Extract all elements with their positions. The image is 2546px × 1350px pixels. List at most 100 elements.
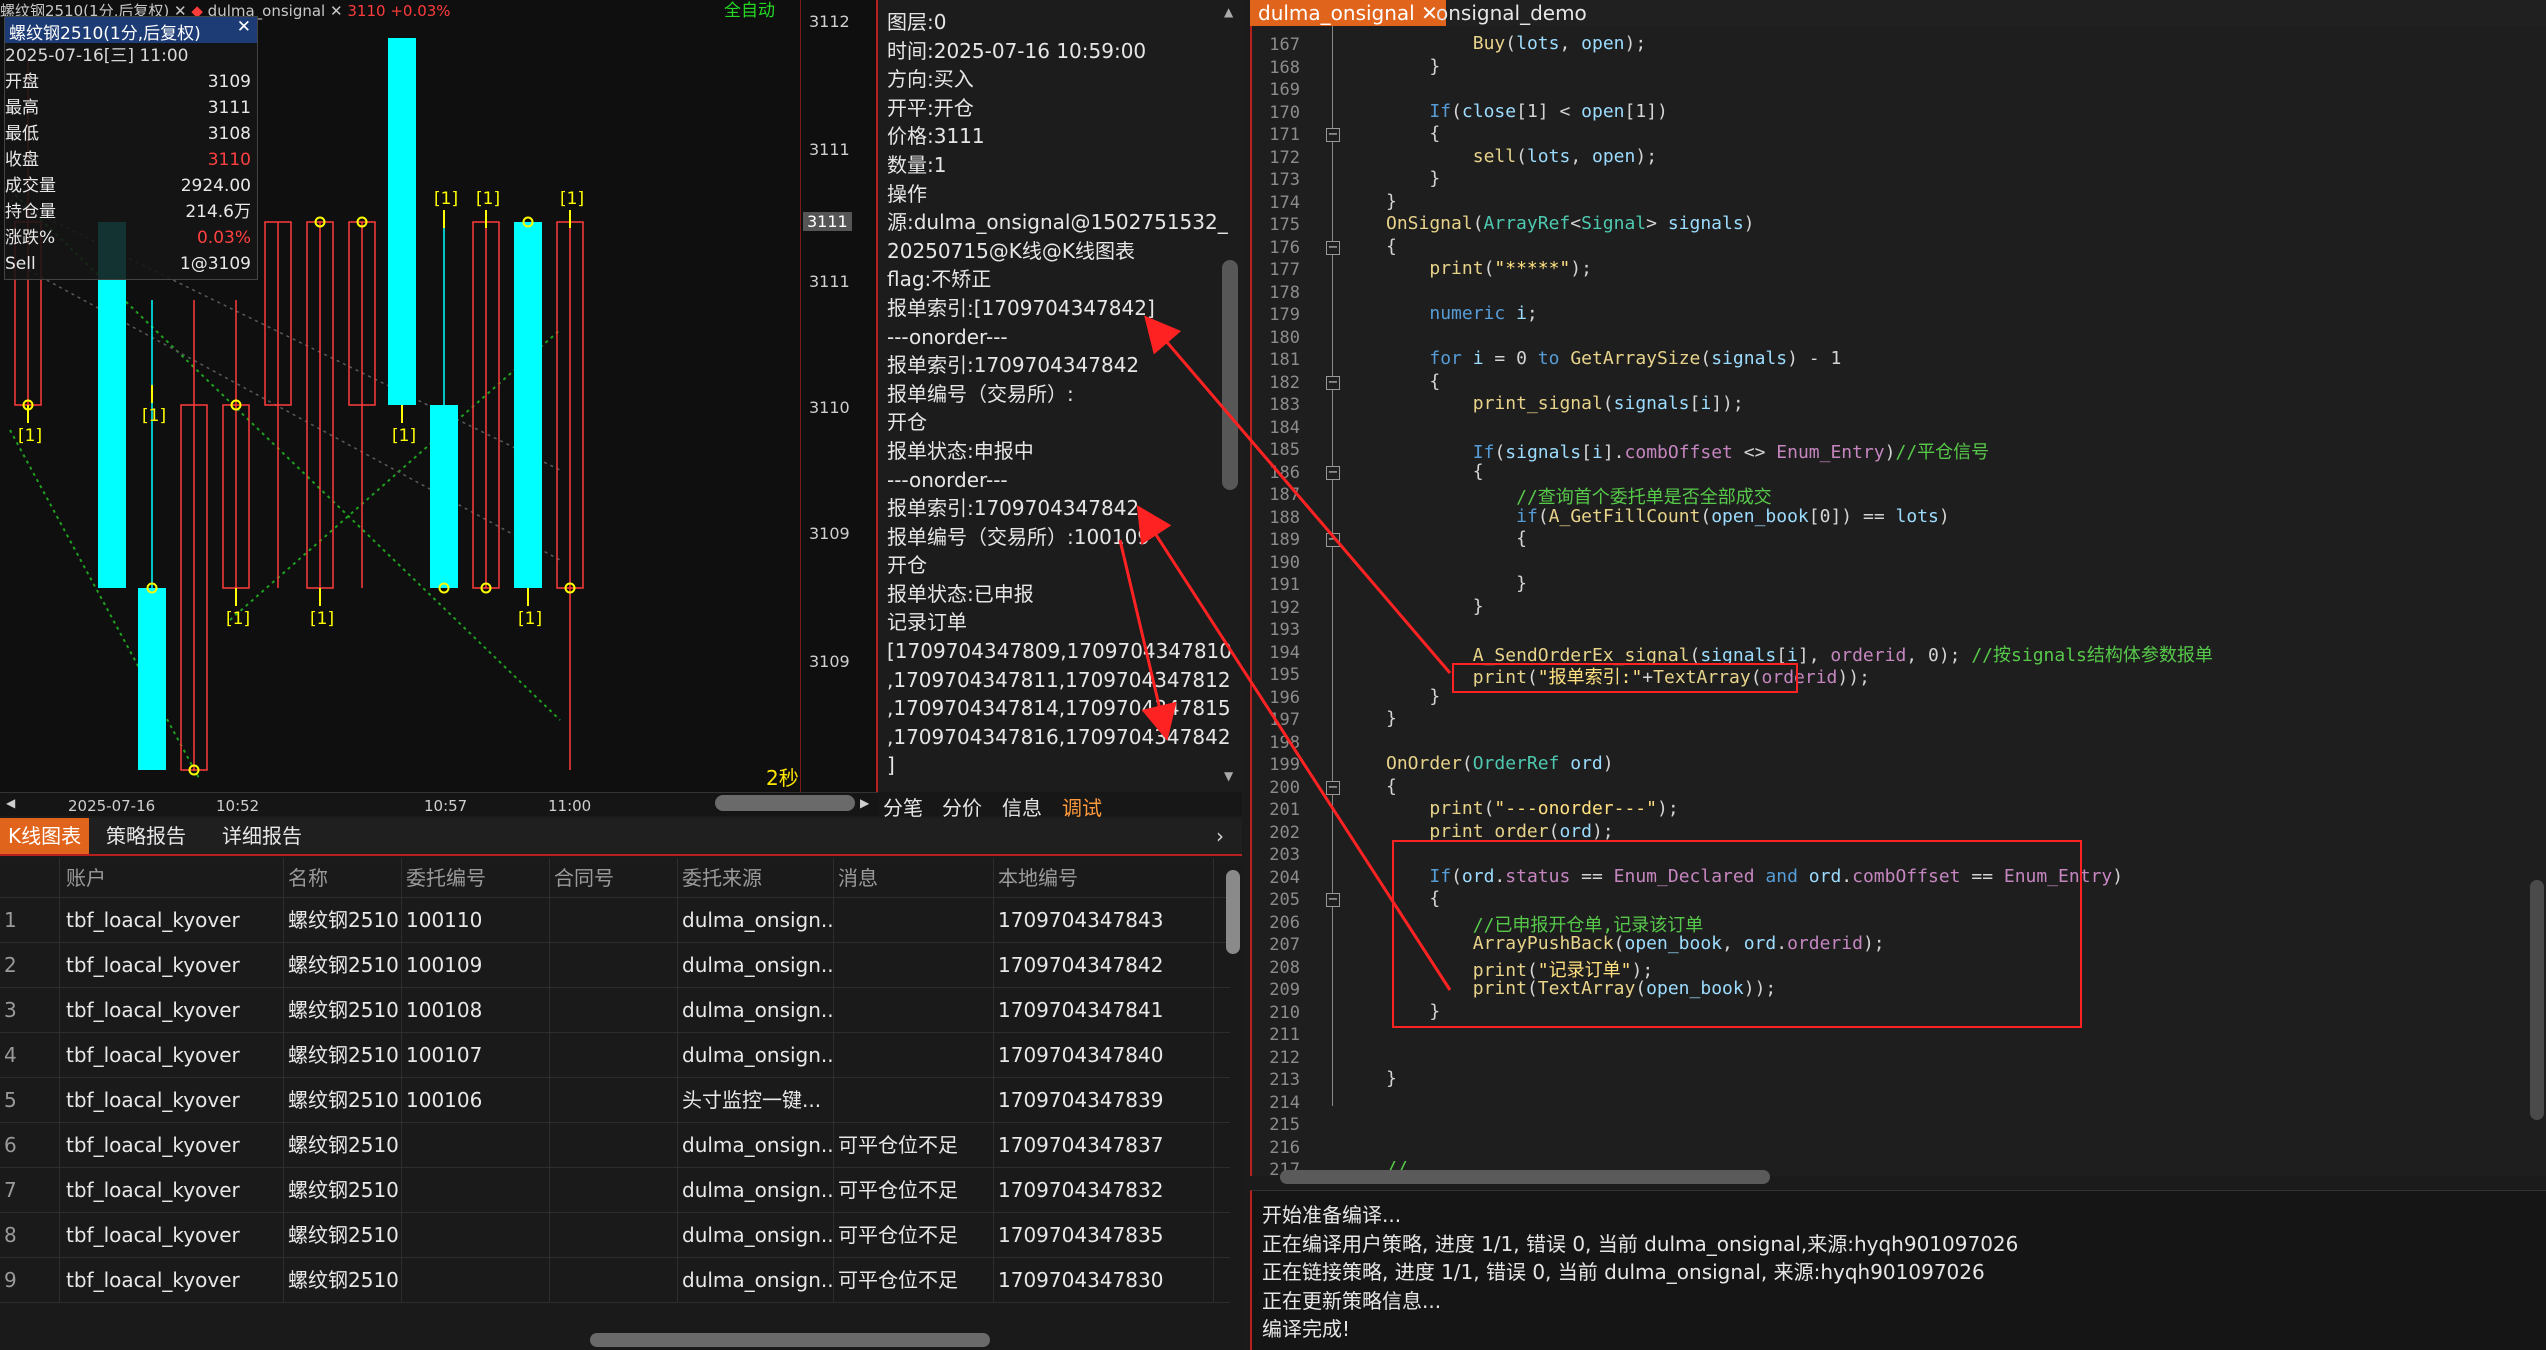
editor-tab-demo[interactable]: onsignal_demo (1428, 0, 1595, 26)
table-row[interactable]: 5 tbf_loacal_kyover 螺纹钢2510 100106 头寸监控一键...… (0, 1078, 1230, 1123)
info-row: 成交量 2924.00 (5, 173, 257, 199)
table-row[interactable]: 1 tbf_loacal_kyover 螺纹钢2510 100110 dulma_ons… (0, 898, 1230, 943)
code-line[interactable]: } (1386, 596, 1484, 617)
table-row[interactable]: 8 tbf_loacal_kyover 螺纹钢2510 dulma_onsign...… (0, 1213, 1230, 1258)
close-icon[interactable]: ✕ (330, 4, 343, 19)
tab-info[interactable]: 信息 (1002, 792, 1042, 821)
log-line: ---onorder--- (887, 467, 1008, 492)
time-tick: 11:00 (548, 797, 592, 815)
fold-toggle-icon[interactable]: − (1326, 780, 1340, 795)
code-line[interactable]: } (1386, 573, 1527, 594)
code-line[interactable]: If(close[1] < open[1]) (1386, 101, 1668, 122)
code-line[interactable]: if(A_GetFillCount(open_book[0]) == lots) (1386, 506, 1950, 527)
column-header[interactable]: 账户 (62, 858, 284, 898)
code-line[interactable]: print_order(ord); (1386, 821, 1613, 842)
kline-chart[interactable]: [1] [1] [1] [1] [1] [1] [1] [1] [1] 螺纹钢2510(1分,后… (0, 0, 878, 792)
tab-detail-report[interactable]: 详细报告 (214, 818, 310, 854)
editor-vscrollbar[interactable] (2530, 880, 2544, 1120)
log-line: 报单编号（交易所）:100109 (887, 524, 1151, 549)
code-line[interactable]: { (1386, 236, 1397, 257)
code-line[interactable]: } (1386, 191, 1397, 212)
fold-toggle-icon[interactable]: − (1326, 240, 1340, 255)
editor-tab-dulma[interactable]: dulma_onsignal ✕ (1250, 0, 1446, 26)
code-line[interactable]: print("---onorder---"); (1386, 798, 1678, 819)
column-header[interactable]: 消息 (834, 858, 994, 898)
code-line[interactable]: } (1386, 56, 1440, 77)
code-line[interactable]: OnSignal(ArrayRef<Signal> signals) (1386, 213, 1755, 234)
chart-scrollbar[interactable] (715, 795, 855, 811)
auto-mode-label[interactable]: 全自动 (724, 0, 775, 21)
table-row[interactable]: 4 tbf_loacal_kyover 螺纹钢2510 100107 dulma_ons… (0, 1033, 1230, 1078)
fold-toggle-icon[interactable]: − (1326, 375, 1340, 390)
fold-toggle-icon[interactable]: − (1326, 533, 1340, 547)
column-header[interactable]: 委托来源 (678, 858, 834, 898)
chevron-right-icon[interactable]: › (1216, 826, 1224, 846)
table-scrollbar[interactable] (1226, 870, 1240, 954)
log-line: ] (887, 753, 895, 778)
column-header[interactable]: 本地编号 (994, 858, 1214, 898)
line-number: 212 (1269, 1047, 1300, 1068)
order-table[interactable]: 账户 名称 委托编号 合同号 委托来源 消息 本地编号 1 tbf_loacal_kyover 螺… (0, 858, 1242, 1350)
fold-toggle-icon[interactable]: − (1326, 128, 1340, 142)
table-hscrollbar[interactable] (590, 1333, 990, 1347)
column-header[interactable]: 委托编号 (402, 858, 550, 898)
line-number: 175 (1269, 215, 1300, 235)
code-editor[interactable]: 167 168 169 170 171 172 173 174 175 176 177 178 179 1… (1250, 26, 2546, 1176)
code-line[interactable]: { (1386, 776, 1397, 797)
code-line[interactable]: print("*****"); (1386, 258, 1592, 279)
output-line: 正在编译用户策略, 进度 1/1, 错误 0, 当前 dulma_onsigna… (1262, 1231, 2019, 1256)
table-row[interactable]: 6 tbf_loacal_kyover 螺纹钢2510 dulma_onsign...… (0, 1123, 1230, 1168)
table-cell (550, 1168, 678, 1213)
tab-price-dist[interactable]: 分价 (942, 792, 982, 821)
info-value: 0.03% (196, 228, 251, 248)
scroll-left-icon[interactable]: ◀ (6, 797, 15, 809)
column-header[interactable] (0, 858, 60, 898)
table-cell: tbf_loacal_kyover (62, 1078, 284, 1123)
log-scrollbar[interactable] (1222, 260, 1238, 490)
table-cell: 1709704347839 (994, 1078, 1214, 1123)
table-cell: dulma_onsign... (678, 898, 834, 943)
table-row[interactable]: 9 tbf_loacal_kyover 螺纹钢2510 dulma_onsign...… (0, 1258, 1230, 1303)
code-line[interactable]: numeric i; (1386, 303, 1537, 324)
code-line[interactable]: Buy(lots, open); (1386, 33, 1646, 54)
tab-debug[interactable]: 调试 (1062, 792, 1102, 821)
code-line[interactable]: } (1386, 1068, 1397, 1089)
column-header[interactable]: 名称 (284, 858, 402, 898)
signal-label: [1] (392, 426, 416, 446)
code-line[interactable]: { (1386, 528, 1527, 549)
editor-hscrollbar[interactable] (1280, 1170, 1770, 1184)
scroll-down-icon[interactable]: ▼ (1224, 770, 1233, 782)
scroll-right-icon[interactable]: ▶ (860, 797, 869, 809)
code-line[interactable]: for i = 0 to GetArraySize(signals) - 1 (1386, 348, 1841, 369)
highlight-record-order-block (1392, 840, 2082, 1028)
code-line[interactable]: sell(lots, open); (1386, 146, 1657, 167)
code-line[interactable]: } (1386, 686, 1440, 707)
compile-output[interactable]: 开始准备编译... 正在编译用户策略, 进度 1/1, 错误 0, 当前 dulm… (1250, 1190, 2546, 1350)
code-line[interactable]: { (1386, 123, 1440, 144)
code-line[interactable]: } (1386, 168, 1440, 189)
tab-strategy-report[interactable]: 策略报告 (98, 818, 194, 854)
close-icon[interactable]: ✕ (237, 19, 251, 36)
column-header[interactable]: 合同号 (550, 858, 678, 898)
table-row[interactable]: 7 tbf_loacal_kyover 螺纹钢2510 dulma_onsign...… (0, 1168, 1230, 1213)
info-key: 收盘 (5, 150, 39, 170)
code-line[interactable]: } (1386, 708, 1397, 729)
fold-toggle-icon[interactable]: − (1326, 465, 1340, 480)
table-row[interactable]: 3 tbf_loacal_kyover 螺纹钢2510 100108 dulma_ons… (0, 988, 1230, 1033)
code-line[interactable]: OnOrder(OrderRef ord) (1386, 753, 1614, 774)
debug-log-panel[interactable]: 图层:0 时间:2025-07-16 10:59:00 方向:买入 开平:开仓 价格:3… (878, 0, 1242, 792)
info-key: 最低 (5, 124, 39, 144)
code-line[interactable]: { (1386, 371, 1440, 392)
table-row[interactable]: 2 tbf_loacal_kyover 螺纹钢2510 100109 dulma_ons… (0, 943, 1230, 988)
scroll-up-icon[interactable]: ▲ (1224, 6, 1233, 18)
code-line[interactable]: print_signal(signals[i]); (1386, 393, 1744, 414)
tab-ticks[interactable]: 分笔 (883, 792, 923, 821)
code-line[interactable]: { (1386, 461, 1484, 482)
info-key: 开盘 (5, 72, 39, 92)
tab-kline-chart[interactable]: K线图表 (0, 818, 90, 854)
fold-toggle-icon[interactable]: − (1326, 893, 1340, 907)
line-number: 198 (1269, 732, 1300, 753)
info-value: 214.6万 (185, 202, 251, 222)
line-number: 215 (1269, 1115, 1300, 1135)
price-axis[interactable]: 3112 3111 3111 3111 3110 3109 3109 (800, 0, 876, 792)
